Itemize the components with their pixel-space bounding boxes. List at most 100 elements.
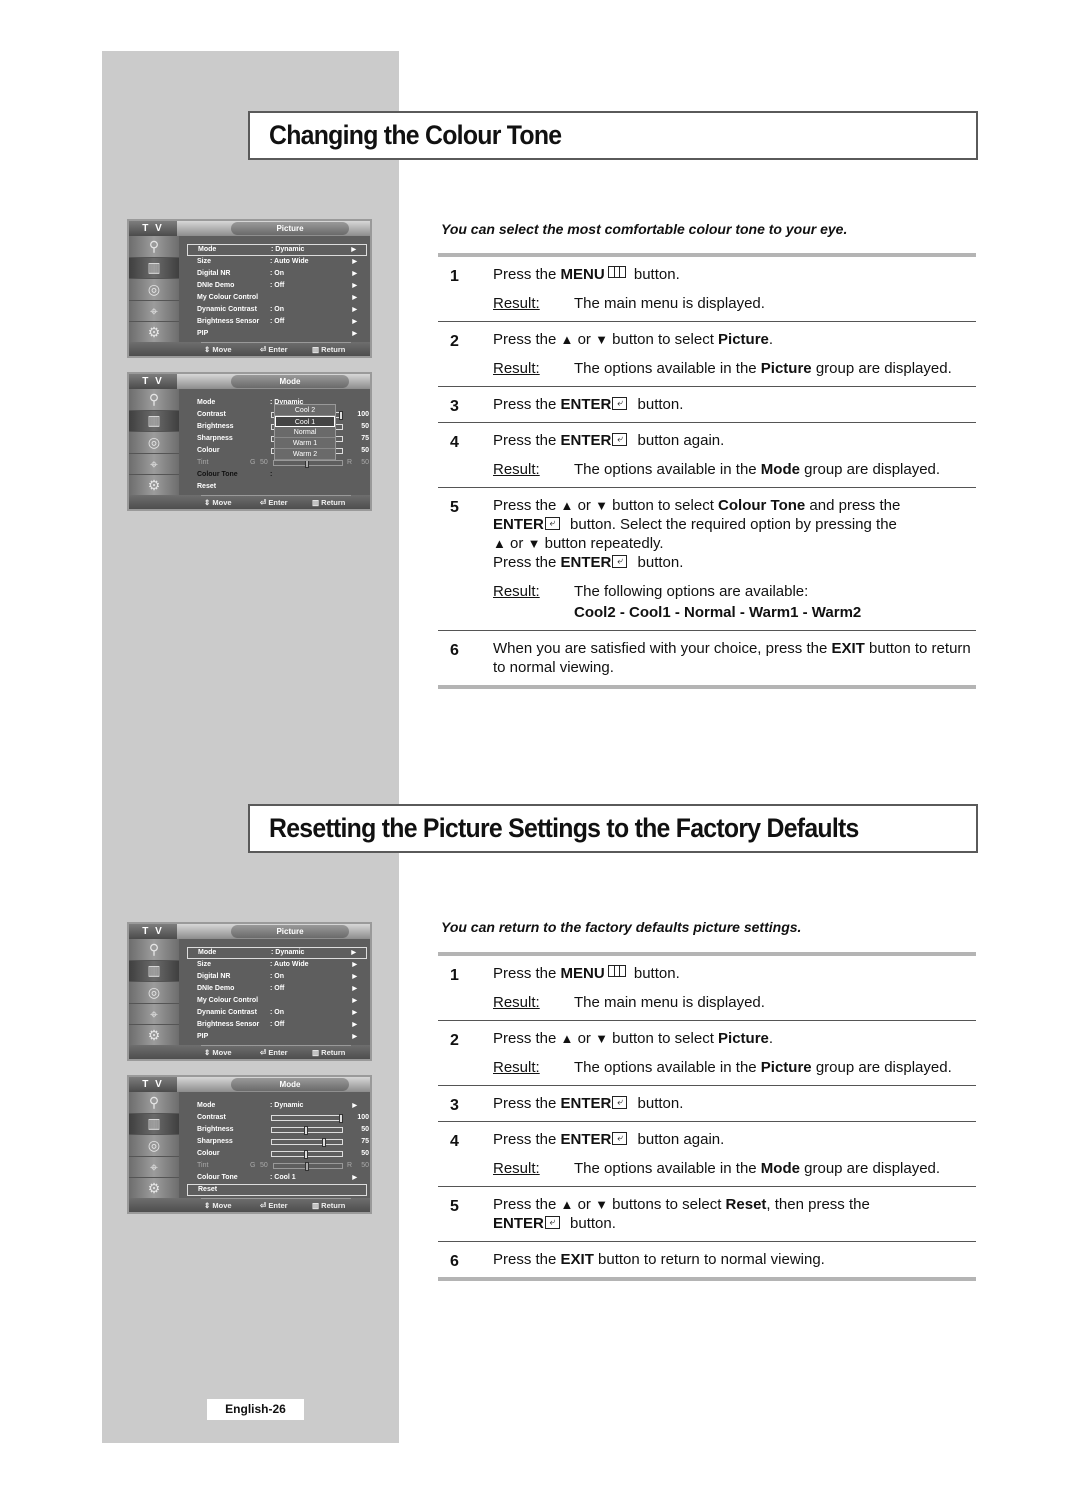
text: The following options are available: <box>574 583 809 600</box>
step-result: Result: The options available in the Mode… <box>493 1159 976 1178</box>
osd-picture-rows: Mode: Dynamic ▶ Size: Auto Wide ▶ Digital NR… <box>187 947 367 1043</box>
move-hint: ⇕ Move <box>204 1201 232 1210</box>
step-item: 1 Press the MENU button. Result: The main m… <box>438 956 976 1020</box>
osd-footer: ⇕ Move ⏎ Enter ▥ Return <box>129 342 370 356</box>
enter-icon: ⤶ <box>544 1216 560 1229</box>
text: and press the <box>805 497 901 514</box>
osd-row-label: Mode <box>197 1102 216 1109</box>
text: Press the <box>493 266 561 283</box>
up-arrow-icon: ▲ <box>560 498 574 513</box>
osd-row-value: : Dynamic <box>270 1102 304 1109</box>
arrow-right-icon: ▶ <box>352 998 357 1004</box>
result-label: Result: <box>493 1058 574 1077</box>
text: buttons to select <box>607 1196 726 1213</box>
slider-knob <box>305 1162 309 1171</box>
text: button repeatedly. <box>540 535 664 552</box>
text: button. <box>633 396 684 413</box>
step-line: Press the EXIT button to return to norma… <box>493 1250 976 1269</box>
osd-menu-title: Picture <box>231 925 349 938</box>
osd-row-label: DNIe Demo <box>197 985 235 992</box>
colon: : <box>535 583 540 600</box>
sound-icon: ◎ <box>129 279 179 301</box>
return-hint: ▥ Return <box>312 345 346 354</box>
text: Press the <box>493 1131 561 1148</box>
bold-text: ENTER <box>560 1131 612 1148</box>
osd-tv-label: T V <box>129 924 177 939</box>
step-item: 4 Press the ENTER ⤶ button again. Result: Th… <box>438 1122 976 1186</box>
step-item: 5 Press the ▲ or ▼ buttons to select Rese… <box>438 1187 976 1241</box>
result-label: Result: <box>493 1159 574 1178</box>
setup-icon: ⚙ <box>129 322 179 344</box>
osd-row-label: DNIe Demo <box>197 282 235 289</box>
enter-icon: ⤶ <box>544 517 560 530</box>
step-line: Press the ENTER ⤶ button again. <box>493 431 976 450</box>
osd-menu-row: DNIe Demo: Off ▶ <box>187 280 367 292</box>
text: or <box>573 1196 596 1213</box>
step-result: Result: The options available in the Pict… <box>493 1058 976 1077</box>
setup-icon: ⚙ <box>129 1025 179 1047</box>
enter-hint: ⏎ Enter <box>260 498 288 507</box>
osd-row-label: My Colour Control <box>197 997 259 1004</box>
up-arrow-icon: ▲ <box>560 1031 574 1046</box>
result-label-text: Result <box>493 583 536 600</box>
input-plug-icon: ⚲ <box>129 236 179 258</box>
result-label-text: Result <box>493 360 536 377</box>
picture-icon: ▥ <box>129 1113 179 1136</box>
bold-text: EXIT <box>560 1251 594 1268</box>
step-number: 2 <box>450 333 459 350</box>
step-number: 6 <box>450 1253 459 1270</box>
slider-value: 100 <box>357 1114 369 1121</box>
bold-text: Picture <box>760 1059 812 1076</box>
osd-row-value: : On <box>270 270 284 277</box>
osd-row-label: Brightness Sensor <box>197 318 260 325</box>
result-text: The options available in the Picture gro… <box>574 1058 976 1077</box>
setup-icon: ⚙ <box>129 475 179 497</box>
channel-icon: ⌖ <box>129 300 179 323</box>
text: or <box>573 1030 596 1047</box>
osd-row-label: Digital NR <box>197 270 231 277</box>
text: Press the <box>493 965 561 982</box>
sound-icon: ◎ <box>129 1135 179 1157</box>
osd-slider-row: Sharpness 75 <box>187 1136 369 1148</box>
osd-row-value: : Dynamic <box>271 246 305 253</box>
bold-text: Picture <box>718 331 769 348</box>
step-number: 3 <box>450 398 459 415</box>
arrow-right-icon: ▶ <box>352 295 357 301</box>
osd-tv-label: T V <box>129 374 177 389</box>
text: The main menu is displayed. <box>574 295 765 312</box>
text: Press the <box>493 1251 561 1268</box>
channel-icon: ⌖ <box>129 1003 179 1026</box>
arrow-right-icon: ▶ <box>352 259 357 265</box>
step-line: When you are satisfied with your choice,… <box>493 639 976 677</box>
arrow-right-icon: ▶ <box>351 247 356 253</box>
osd-row-label: Sharpness <box>197 435 233 442</box>
enter-icon: ⤶ <box>612 1096 628 1109</box>
text: . <box>768 1030 774 1047</box>
osd-row-label: Size <box>197 961 212 968</box>
result-label-text: Result <box>493 1059 536 1076</box>
slider-value: 75 <box>361 435 369 442</box>
enter-hint: ⏎ Enter <box>260 1048 288 1057</box>
result-label-text: Result <box>493 461 536 478</box>
bold-text: MENU <box>560 266 605 283</box>
arrow-right-icon: ▶ <box>352 307 357 313</box>
text: group are displayed. <box>811 1059 952 1076</box>
bold-text: Colour Tone <box>718 497 806 514</box>
section-title-text: Changing the Colour Tone <box>269 120 562 150</box>
enter-icon: ⤶ <box>612 433 628 446</box>
down-arrow-icon: ▼ <box>527 536 541 551</box>
tint-r-label: R <box>347 1162 353 1169</box>
osd-row-label: Reset <box>198 1186 218 1193</box>
colon: : <box>535 1160 540 1177</box>
bold-text: ENTER <box>560 396 612 413</box>
channel-icon: ⌖ <box>129 1156 179 1179</box>
osd-row-value: : On <box>270 973 284 980</box>
text: button to select <box>607 497 719 514</box>
osd-row-label: Tint <box>197 459 209 466</box>
slider-value: 75 <box>361 1138 369 1145</box>
osd-mode-rows: Mode: Dynamic ▶ Contrast 100 Brightness 50 Sha… <box>187 1100 369 1196</box>
slider-knob <box>339 411 343 420</box>
enter-icon: ⤶ <box>612 555 628 568</box>
step-result: Result: The options available in the Mode… <box>493 460 976 479</box>
colon: : <box>535 360 540 377</box>
